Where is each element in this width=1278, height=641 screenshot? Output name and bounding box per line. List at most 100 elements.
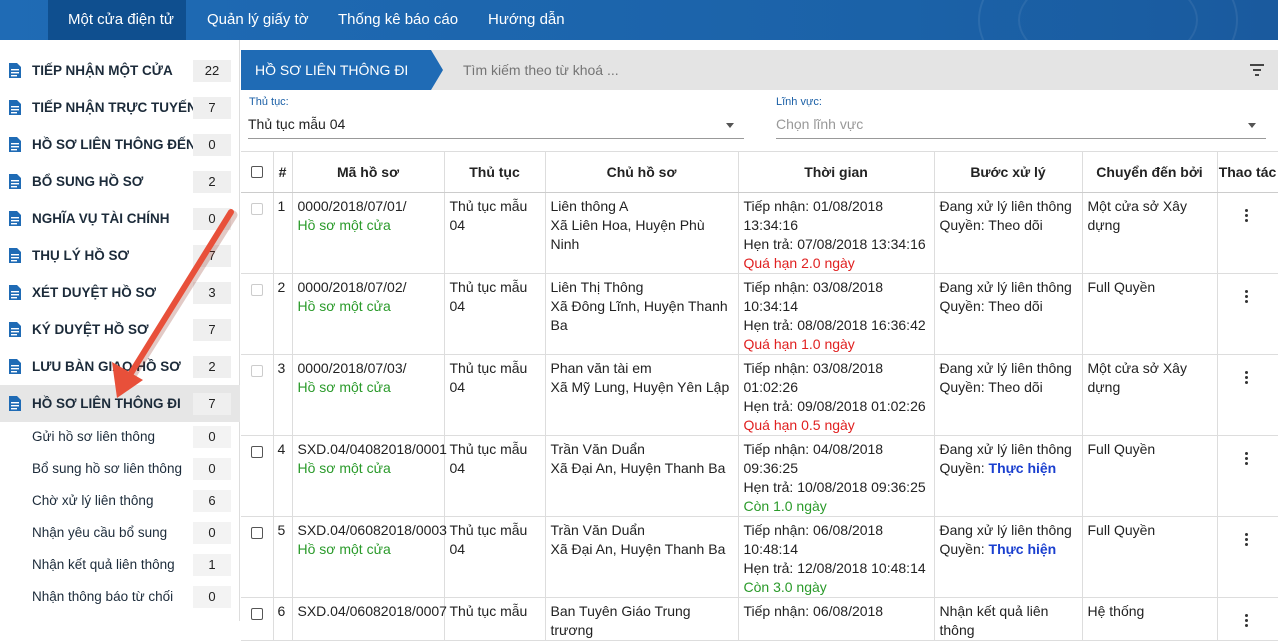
row-select-cell: [241, 597, 274, 641]
record-type: Hồ sơ một cửa: [297, 460, 391, 476]
sidebar-subitem-label: Nhận kết quả liên thông: [32, 557, 175, 572]
sidebar-item-count: 3: [193, 282, 231, 304]
processing-step: Đang xử lý liên thông: [939, 522, 1072, 538]
nav-reports[interactable]: Thống kê báo cáo: [338, 0, 458, 40]
row-select-cell: [241, 354, 274, 436]
sidebar-item-label: BỔ SUNG HỒ SƠ: [32, 174, 144, 189]
record-code[interactable]: SXD.04/04082018/0001: [298, 440, 447, 459]
sidebar-item[interactable]: NGHĨA VỤ TÀI CHÍNH 0: [0, 200, 240, 237]
filter-icon[interactable]: [1250, 64, 1264, 76]
more-actions-icon[interactable]: [1245, 371, 1249, 384]
nav-one-stop[interactable]: Một cửa điện tử: [48, 0, 186, 40]
record-code-cell: 0000/2018/07/03/Hồ sơ một cửa: [292, 354, 445, 436]
more-actions-icon[interactable]: [1245, 452, 1249, 465]
record-code[interactable]: 0000/2018/07/01/: [298, 197, 438, 216]
field-select[interactable]: Chọn lĩnh vực: [776, 111, 1266, 139]
sidebar-subitem[interactable]: Gửi hồ sơ liên thông 0: [0, 421, 240, 453]
nav-documents[interactable]: Quản lý giấy tờ: [207, 0, 309, 40]
table-row[interactable]: 1 0000/2018/07/01/Hồ sơ một cửa Thủ tục mẫ…: [241, 192, 1278, 274]
sidebar-item[interactable]: HỒ SƠ LIÊN THÔNG ĐI 7: [0, 385, 240, 422]
row-checkbox[interactable]: [251, 284, 263, 296]
permission: Quyền: Thực hiện: [940, 540, 1076, 559]
sidebar-item[interactable]: KÝ DUYỆT HỒ SƠ 7: [0, 311, 240, 348]
received-time: Tiếp nhận: 04/08/2018 09:36:25: [743, 441, 884, 476]
processing-step: Đang xử lý liên thông: [939, 441, 1072, 457]
title-bar: HỒ SƠ LIÊN THÔNG ĐI: [241, 50, 1278, 90]
row-checkbox[interactable]: [251, 527, 263, 539]
sidebar-item-label: XÉT DUYỆT HỒ SƠ: [32, 285, 157, 300]
sidebar-item-count: 22: [193, 60, 231, 82]
actions-cell: [1217, 435, 1278, 517]
processing-step: Nhận kết quả liên thông: [939, 603, 1049, 638]
sidebar-item-label: HỒ SƠ LIÊN THÔNG ĐẾN: [32, 137, 196, 152]
table-row[interactable]: 5 SXD.04/06082018/0003 Hồ sơ một cửa Thủ tụ…: [241, 516, 1278, 598]
owner-address: Xã Đại An, Huyện Thanh Ba: [550, 541, 726, 557]
received-time: Tiếp nhận: 01/08/2018 13:34:16: [743, 198, 884, 233]
permission: Quyền: Theo dõi: [940, 216, 1076, 235]
record-type: Hồ sơ một cửa: [297, 379, 391, 395]
sidebar-item[interactable]: LƯU BÀN GIAO HỒ SƠ 2: [0, 348, 240, 385]
transferred-by: Full Quyền: [1082, 273, 1218, 355]
procedure-select[interactable]: Thủ tục mẫu 04: [248, 111, 744, 139]
sidebar-item[interactable]: BỔ SUNG HỒ SƠ 2: [0, 163, 240, 200]
table-row[interactable]: 2 0000/2018/07/02/Hồ sơ một cửa Thủ tục mẫ…: [241, 273, 1278, 355]
record-code[interactable]: 0000/2018/07/02/: [298, 278, 438, 297]
row-number: 6: [273, 597, 293, 641]
sidebar-subitem[interactable]: Nhận thông báo từ chối 0: [0, 581, 240, 613]
row-checkbox[interactable]: [251, 446, 263, 458]
sidebar-item[interactable]: XÉT DUYỆT HỒ SƠ 3: [0, 274, 240, 311]
table-row[interactable]: 3 0000/2018/07/03/Hồ sơ một cửa Thủ tục mẫ…: [241, 354, 1278, 436]
record-code[interactable]: 0000/2018/07/03/: [298, 359, 438, 378]
row-checkbox[interactable]: [251, 608, 263, 620]
search-input[interactable]: [463, 50, 1163, 90]
record-code[interactable]: SXD.04/06082018/0007: [298, 602, 447, 621]
record-code[interactable]: SXD.04/06082018/0003: [298, 521, 447, 540]
nav-guide[interactable]: Hướng dẫn: [488, 0, 565, 40]
actions-cell: [1217, 516, 1278, 598]
select-all-checkbox[interactable]: [250, 166, 263, 178]
owner-name: Trần Văn Duẩn: [550, 441, 645, 457]
more-actions-icon[interactable]: [1245, 533, 1249, 546]
owner-cell: Phan văn tài em Xã Mỹ Lung, Huyện Yên Lập: [545, 354, 739, 436]
owner-address: Xã Đông Lĩnh, Huyện Thanh Ba: [550, 298, 728, 333]
owner-cell: Trần Văn Duẩn Xã Đại An, Huyện Thanh Ba: [545, 435, 739, 517]
record-code-cell: SXD.04/06082018/0003 Hồ sơ một cửa: [292, 516, 447, 598]
row-checkbox[interactable]: [251, 365, 263, 377]
col-header-time: Thời gian: [738, 151, 935, 193]
document-icon: [9, 137, 21, 152]
sidebar-subitem[interactable]: Bổ sung hồ sơ liên thông 0: [0, 453, 240, 485]
table-row[interactable]: 6 SXD.04/06082018/0007 Thủ tục mẫu Ban Tuyê…: [241, 597, 1278, 641]
step-cell: Đang xử lý liên thông Quyền: Theo dõi: [934, 273, 1083, 355]
actions-cell: [1217, 273, 1278, 355]
step-cell: Đang xử lý liên thông Quyền: Thực hiện: [934, 435, 1083, 517]
owner-address: Xã Mỹ Lung, Huyện Yên Lập: [550, 379, 730, 395]
due-time: Hẹn trả: 08/08/2018 16:36:42: [743, 317, 926, 333]
sidebar-subitem[interactable]: Nhận kết quả liên thông 1: [0, 549, 240, 581]
sidebar-item-label: TIẾP NHẬN MỘT CỬA: [32, 63, 173, 78]
sidebar-item[interactable]: TIẾP NHẬN TRỰC TUYẾN 7: [0, 89, 240, 126]
actions-cell: [1217, 354, 1278, 436]
sidebar-item[interactable]: HỒ SƠ LIÊN THÔNG ĐẾN 0: [0, 126, 240, 163]
transferred-by: Một cửa sở Xây dựng: [1082, 192, 1218, 274]
col-header-from: Chuyển đến bởi: [1082, 151, 1218, 193]
transferred-by: Hệ thống: [1082, 597, 1218, 641]
sidebar-subitem[interactable]: Chờ xử lý liên thông 6: [0, 485, 240, 517]
record-type: Hồ sơ một cửa: [297, 217, 391, 233]
sidebar-item[interactable]: TIẾP NHẬN MỘT CỬA 22: [0, 52, 240, 89]
owner-name: Liên thông A: [550, 198, 629, 214]
col-header-procedure: Thủ tục: [444, 151, 546, 193]
sidebar-item-count: 2: [193, 171, 231, 193]
chevron-down-icon: [726, 123, 734, 128]
more-actions-icon[interactable]: [1245, 209, 1249, 222]
row-checkbox[interactable]: [251, 203, 263, 215]
table-row[interactable]: 4 SXD.04/04082018/0001 Hồ sơ một cửa Thủ tụ…: [241, 435, 1278, 517]
processing-step: Đang xử lý liên thông: [939, 198, 1072, 214]
sidebar-subitem[interactable]: Nhận yêu cầu bổ sung 0: [0, 517, 240, 549]
col-header-code: Mã hồ sơ: [292, 151, 445, 193]
more-actions-icon[interactable]: [1245, 290, 1249, 303]
record-code-cell: 0000/2018/07/02/Hồ sơ một cửa: [292, 273, 445, 355]
sidebar-item[interactable]: THỤ LÝ HỒ SƠ 7: [0, 237, 240, 274]
col-header-num: #: [273, 151, 293, 193]
record-code-cell: 0000/2018/07/01/Hồ sơ một cửa: [292, 192, 445, 274]
sidebar-item-count: 7: [193, 245, 231, 267]
